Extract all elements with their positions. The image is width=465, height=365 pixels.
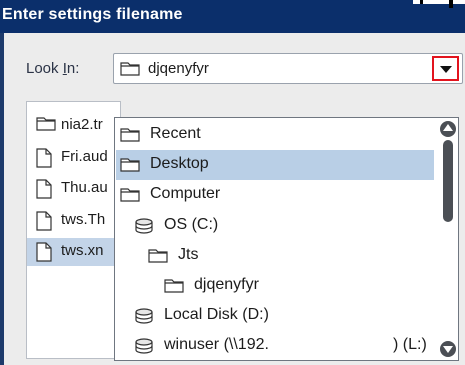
folder-icon — [148, 248, 168, 267]
dropdown-item[interactable]: Jts — [116, 241, 434, 271]
file-list-item[interactable]: nia2.tr — [27, 112, 122, 140]
drive-icon — [134, 217, 154, 238]
dropdown-item-label: OS (C:) — [164, 215, 219, 233]
file-icon — [36, 179, 52, 203]
folder-icon — [36, 116, 56, 135]
title-bar-corner-decoration — [413, 0, 465, 33]
look-in-combo[interactable]: djqenyfyr — [113, 53, 463, 84]
look-in-label: Look In: — [26, 60, 79, 77]
dropdown-item[interactable]: Local Disk (D:) — [116, 301, 434, 331]
dropdown-scrollbar[interactable] — [438, 118, 458, 360]
file-list[interactable]: nia2.tr Fri.aud Thu.au tws.Th tws.xn — [26, 101, 122, 359]
file-list-item-label: tws.Th — [61, 210, 106, 228]
dropdown-item-label: Recent — [150, 125, 201, 142]
file-icon — [36, 147, 52, 172]
scroll-up-button[interactable] — [440, 121, 456, 137]
look-in-label-prefix: Look — [26, 60, 63, 77]
dropdown-item-label-suffix: ) (L:) — [393, 336, 427, 354]
look-in-dropdown[interactable]: Recent Desktop Computer OS (C:) Jts djqenyfyr… — [114, 117, 459, 361]
folder-icon — [164, 278, 184, 297]
file-list-item[interactable]: Thu.au — [27, 175, 122, 203]
dropdown-item[interactable]: Recent — [116, 120, 434, 150]
file-icon — [36, 210, 52, 235]
dropdown-item[interactable]: Desktop — [116, 150, 434, 181]
dropdown-item-label: Local Disk (D:) — [164, 306, 269, 324]
scroll-thumb[interactable] — [443, 140, 453, 222]
drive-icon — [134, 338, 154, 358]
look-in-label-suffix: n: — [66, 60, 80, 77]
file-list-item-label: Fri.aud — [61, 147, 108, 165]
dropdown-item-label: Jts — [178, 245, 199, 263]
dropdown-item-label: djqenyfyr — [194, 276, 259, 293]
file-list-item-label: Thu.au — [61, 179, 108, 196]
folder-icon — [120, 127, 140, 146]
folder-icon — [120, 62, 140, 76]
file-list-item[interactable]: tws.Th — [27, 207, 122, 235]
file-list-item[interactable]: tws.xn — [27, 238, 122, 266]
scroll-down-button[interactable] — [440, 341, 456, 357]
look-in-value: djqenyfyr — [148, 60, 209, 77]
file-dialog: Look In: djqenyfyr nia2.tr Fri.aud Thu.au t… — [0, 33, 465, 365]
file-list-item[interactable]: Fri.aud — [27, 144, 122, 172]
window-title: Enter settings filename — [2, 6, 183, 23]
folder-icon — [120, 157, 140, 176]
title-bar: Enter settings filename — [0, 0, 465, 33]
dropdown-item-label: winuser (\\192. — [164, 336, 269, 354]
dropdown-item[interactable]: winuser (\\192. ) (L:) — [116, 331, 434, 361]
drive-icon — [134, 308, 154, 328]
dropdown-arrow-button[interactable] — [432, 56, 459, 81]
file-list-item-label: tws.xn — [61, 242, 104, 259]
dropdown-item[interactable]: OS (C:) — [116, 211, 434, 241]
dropdown-item[interactable]: djqenyfyr — [116, 271, 434, 301]
folder-icon — [120, 187, 140, 206]
file-list-item-label: nia2.tr — [61, 116, 103, 133]
dropdown-item-label: Desktop — [150, 155, 209, 173]
dropdown-item[interactable]: Computer — [116, 180, 434, 210]
dropdown-item-label: Computer — [150, 185, 221, 203]
file-icon — [36, 242, 52, 266]
